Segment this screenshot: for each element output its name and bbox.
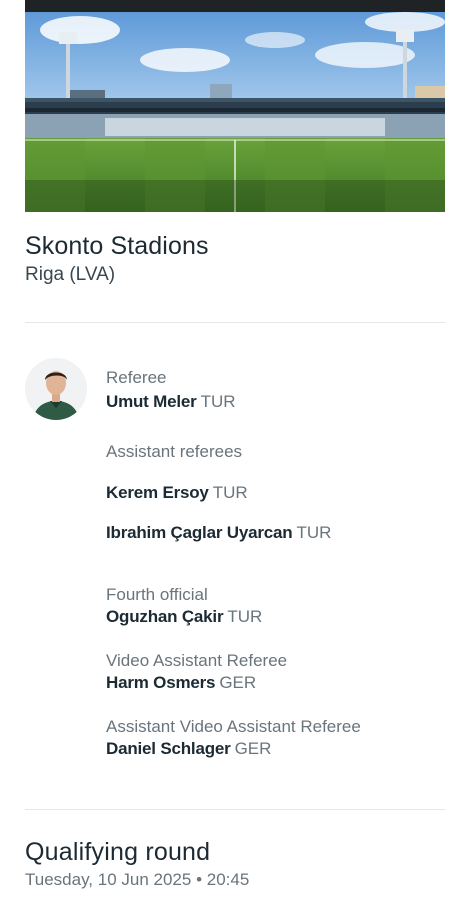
- divider: [25, 809, 445, 810]
- assistant-2: Ibrahim Çaglar Uyarcan TUR: [106, 523, 331, 543]
- assistant-name: Ibrahim Çaglar Uyarcan: [106, 523, 293, 542]
- referee-avatar: [25, 358, 87, 420]
- divider: [25, 322, 445, 323]
- assistant-1: Kerem Ersoy TUR: [106, 483, 248, 503]
- fourth-official-label: Fourth official: [106, 585, 208, 604]
- assistant-name: Kerem Ersoy: [106, 483, 209, 502]
- stadium-photo: [25, 0, 445, 212]
- referee-country: TUR: [200, 392, 236, 411]
- fourth-official-name: Oguzhan Çakir: [106, 607, 224, 626]
- var-section: Video Assistant Referee Harm Osmers GER: [106, 651, 287, 693]
- var-person: Harm Osmers GER: [106, 673, 287, 693]
- match-time: 20:45: [206, 870, 250, 889]
- avar-label: Assistant Video Assistant Referee: [106, 717, 361, 736]
- referee-name: Umut Meler: [106, 392, 197, 411]
- fourth-official-country: TUR: [227, 607, 263, 626]
- date-time-separator: •: [196, 870, 203, 889]
- match-round: Qualifying round: [25, 838, 211, 866]
- var-name: Harm Osmers: [106, 673, 216, 692]
- referee-label: Referee: [106, 368, 167, 387]
- avar-name: Daniel Schlager: [106, 739, 231, 758]
- fourth-official-section: Fourth official Oguzhan Çakir TUR: [106, 585, 262, 627]
- match-date: Tuesday, 10 Jun 2025: [25, 870, 192, 889]
- assistants-label: Assistant referees: [106, 442, 243, 461]
- var-label: Video Assistant Referee: [106, 651, 288, 670]
- assistants-section: Assistant referees: [106, 442, 242, 462]
- venue-name: Skonto Stadions: [25, 232, 209, 260]
- referee-person: Umut Meler TUR: [106, 392, 236, 412]
- avar-person: Daniel Schlager GER: [106, 739, 361, 759]
- fourth-official-person: Oguzhan Çakir TUR: [106, 607, 262, 627]
- avar-section: Assistant Video Assistant Referee Daniel…: [106, 717, 361, 759]
- avar-country: GER: [234, 739, 272, 758]
- referee-section: Referee Umut Meler TUR: [106, 368, 236, 412]
- match-datetime: Tuesday, 10 Jun 2025 • 20:45: [25, 870, 249, 890]
- assistant-country: TUR: [212, 483, 248, 502]
- venue-city: Riga (LVA): [25, 264, 116, 285]
- var-country: GER: [219, 673, 257, 692]
- assistant-country: TUR: [296, 523, 332, 542]
